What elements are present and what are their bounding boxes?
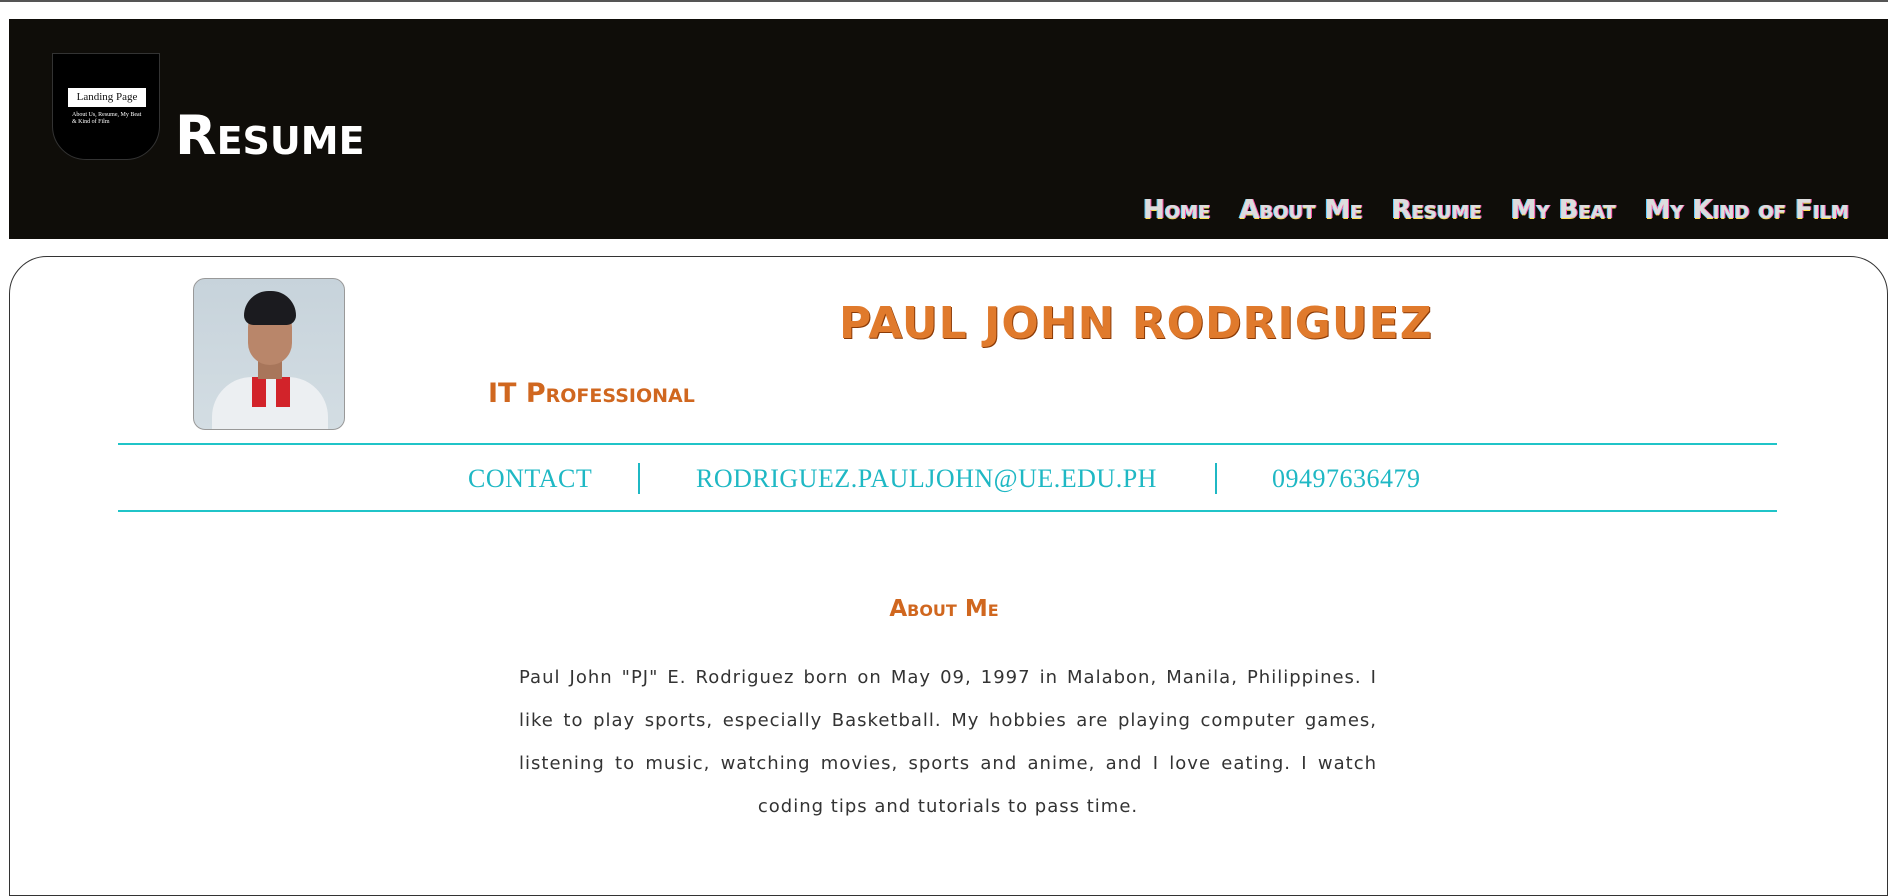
- landing-page-logo[interactable]: Landing Page About Us, Resume, My Beat &…: [52, 53, 160, 160]
- main-nav: Home About Me Resume My Beat My Kind of …: [1143, 195, 1849, 225]
- profile-role: IT Professional: [488, 378, 695, 409]
- nav-item-about-me[interactable]: About Me: [1239, 195, 1362, 225]
- logo-label: Landing Page: [68, 88, 146, 107]
- avatar-photo-icon: [193, 278, 345, 430]
- site-header: Landing Page About Us, Resume, My Beat &…: [9, 19, 1888, 239]
- avatar-hair: [244, 291, 296, 325]
- nav-item-home[interactable]: Home: [1143, 195, 1210, 225]
- top-border-line: [0, 0, 1888, 2]
- nav-item-resume[interactable]: Resume: [1392, 195, 1482, 225]
- nav-item-my-beat[interactable]: My Beat: [1511, 195, 1616, 225]
- nav-item-my-kind-of-film[interactable]: My Kind of Film: [1645, 195, 1849, 225]
- contact-email-link[interactable]: RODRIGUEZ.PAULJOHN@UE.EDU.PH: [696, 464, 1157, 494]
- about-me-paragraph: Paul John "PJ" E. Rodriguez born on May …: [519, 667, 1377, 817]
- contact-separator: [1215, 463, 1217, 494]
- contact-separator: [638, 463, 640, 494]
- site-title: Resume: [175, 104, 365, 167]
- about-me-heading: About Me: [889, 596, 999, 622]
- contact-phone: 09497636479: [1272, 464, 1421, 493]
- contact-label: CONTACT: [468, 464, 593, 493]
- logo-subtext: About Us, Resume, My Beat & Kind of Film: [72, 112, 142, 125]
- contact-bar: CONTACT RODRIGUEZ.PAULJOHN@UE.EDU.PH 094…: [118, 443, 1777, 512]
- avatar-collar-right: [276, 377, 290, 407]
- avatar-shirt: [212, 377, 328, 429]
- avatar-collar-left: [252, 377, 266, 407]
- profile-name: PAUL JOHN RODRIGUEZ: [839, 298, 1433, 349]
